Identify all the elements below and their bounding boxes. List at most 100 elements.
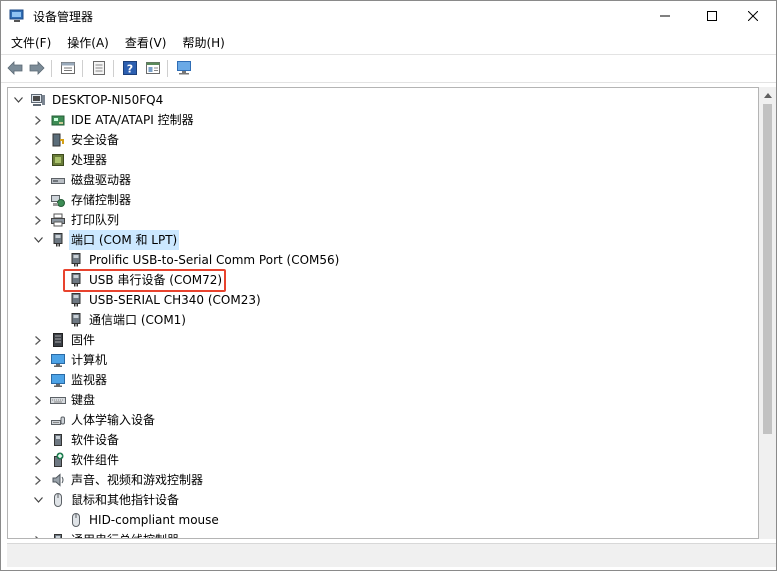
vertical-scrollbar[interactable] [759,87,776,539]
category-label: 存储控制器 [71,193,132,207]
computer-name: DESKTOP-NI50FQ4 [52,93,164,107]
category-label: 键盘 [71,393,96,407]
help-button[interactable]: ? [120,59,140,77]
maximize-icon [707,11,717,21]
back-button[interactable] [5,59,25,77]
expand-chevron-icon[interactable] [32,150,44,170]
menu-file[interactable]: 文件(F) [1,32,59,54]
collapse-chevron-icon[interactable] [32,490,44,510]
forward-arrow-icon [29,61,45,75]
expand-chevron-icon[interactable] [32,470,44,490]
port-device-item[interactable]: 通信端口 (COM1) [8,310,758,330]
expand-chevron-icon[interactable] [32,210,44,230]
expand-chevron-icon[interactable] [32,330,44,350]
details-icon [93,61,105,75]
category-label: 打印队列 [71,213,120,227]
expand-chevron-icon[interactable] [32,450,44,470]
tree-item-security[interactable]: 安全设备 [8,130,758,150]
category-label: 安全设备 [71,133,120,147]
expand-chevron-icon[interactable] [32,410,44,430]
expand-chevron-icon[interactable] [32,430,44,450]
computer-icon [31,94,45,106]
tree-item-ports[interactable]: 端口 (COM 和 LPT) [8,230,758,250]
category-label-selected: 端口 (COM 和 LPT) [69,230,180,250]
port-icon [71,253,81,267]
tree-item-mouse[interactable]: 鼠标和其他指针设备 [8,490,758,510]
device-label: HID-compliant mouse [89,513,219,527]
tree-item-software-device[interactable]: 软件设备 [8,430,758,450]
mouse-device-item[interactable]: HID-compliant mouse [8,510,758,530]
expand-chevron-icon[interactable] [32,190,44,210]
view-icon [146,62,160,74]
device-tree-content: DESKTOP-NI50FQ4 IDE ATA/ATAPI 控制器 安全设备 处… [8,90,758,538]
tree-item-audio[interactable]: 声音、视频和游戏控制器 [8,470,758,490]
mouse-icon [72,513,80,527]
close-button[interactable] [730,1,776,31]
svg-text:?: ? [127,63,133,76]
port-device-item[interactable]: Prolific USB-to-Serial Comm Port (COM56) [8,250,758,270]
collapse-chevron-icon[interactable] [32,230,44,250]
port-icon [53,233,63,247]
port-device-item[interactable]: USB-SERIAL CH340 (COM23) [8,290,758,310]
expand-chevron-icon[interactable] [32,110,44,130]
expand-chevron-icon[interactable] [32,530,44,538]
expand-chevron-icon[interactable] [32,390,44,410]
help-icon: ? [123,61,137,76]
tree-item-print-queue[interactable]: 打印队列 [8,210,758,230]
tree-item-usb-controller[interactable]: 通用串行总线控制器 [8,530,758,538]
properties-button[interactable] [58,59,78,77]
tree-item-computer[interactable]: 计算机 [8,350,758,370]
details-button[interactable] [89,59,109,77]
category-label: 计算机 [71,353,108,367]
toolbar: ? [1,55,776,82]
maximize-button[interactable] [689,1,735,31]
expand-chevron-icon[interactable] [32,370,44,390]
tree-item-processor[interactable]: 处理器 [8,150,758,170]
forward-button[interactable] [27,59,47,77]
tree-root[interactable]: DESKTOP-NI50FQ4 [8,90,758,110]
expand-chevron-icon[interactable] [32,350,44,370]
expand-chevron-icon[interactable] [32,170,44,190]
window-title: 设备管理器 [33,10,94,24]
menu-action[interactable]: 操作(A) [59,32,117,54]
printer-icon [51,213,65,227]
expand-chevron-icon[interactable] [32,130,44,150]
tree-item-software-component[interactable]: 软件组件 [8,450,758,470]
hid-icon [51,416,65,425]
menu-help[interactable]: 帮助(H) [174,32,232,54]
device-label: Prolific USB-to-Serial Comm Port (COM56) [89,253,340,267]
view-button[interactable] [143,59,163,77]
tree-item-monitor[interactable]: 监视器 [8,370,758,390]
close-icon [748,11,758,21]
device-label: 通信端口 (COM1) [89,313,186,327]
category-label: IDE ATA/ATAPI 控制器 [71,113,194,127]
usb-controller-icon [54,534,62,538]
category-label: 通用串行总线控制器 [69,530,181,538]
category-label: 人体学输入设备 [71,413,156,427]
minimize-button[interactable] [642,1,688,31]
ide-controller-icon [51,115,65,126]
tree-item-ide[interactable]: IDE ATA/ATAPI 控制器 [8,110,758,130]
tree-item-disk[interactable]: 磁盘驱动器 [8,170,758,190]
tree-item-hid[interactable]: 人体学输入设备 [8,410,758,430]
scrollbar-thumb[interactable] [763,104,772,434]
tree-item-storage[interactable]: 存储控制器 [8,190,758,210]
device-tree[interactable]: DESKTOP-NI50FQ4 IDE ATA/ATAPI 控制器 安全设备 处… [7,87,759,539]
collapse-chevron-icon[interactable] [12,90,24,110]
scan-hardware-button[interactable] [174,59,194,77]
status-bar [7,543,776,567]
firmware-icon [53,333,63,347]
highlight-annotation-box [63,269,226,292]
minimize-icon [660,15,670,17]
toolbar-separator [51,60,52,77]
port-icon [71,293,81,307]
port-icon [71,313,81,327]
scroll-up-button[interactable] [759,87,776,104]
toolbar-separator [82,60,83,77]
chevron-up-icon [763,93,772,98]
title-bar[interactable]: 设备管理器 [1,1,776,31]
tree-item-firmware[interactable]: 固件 [8,330,758,350]
menu-view[interactable]: 查看(V) [117,32,175,54]
tree-item-keyboard[interactable]: 键盘 [8,390,758,410]
keyboard-icon [50,397,66,404]
